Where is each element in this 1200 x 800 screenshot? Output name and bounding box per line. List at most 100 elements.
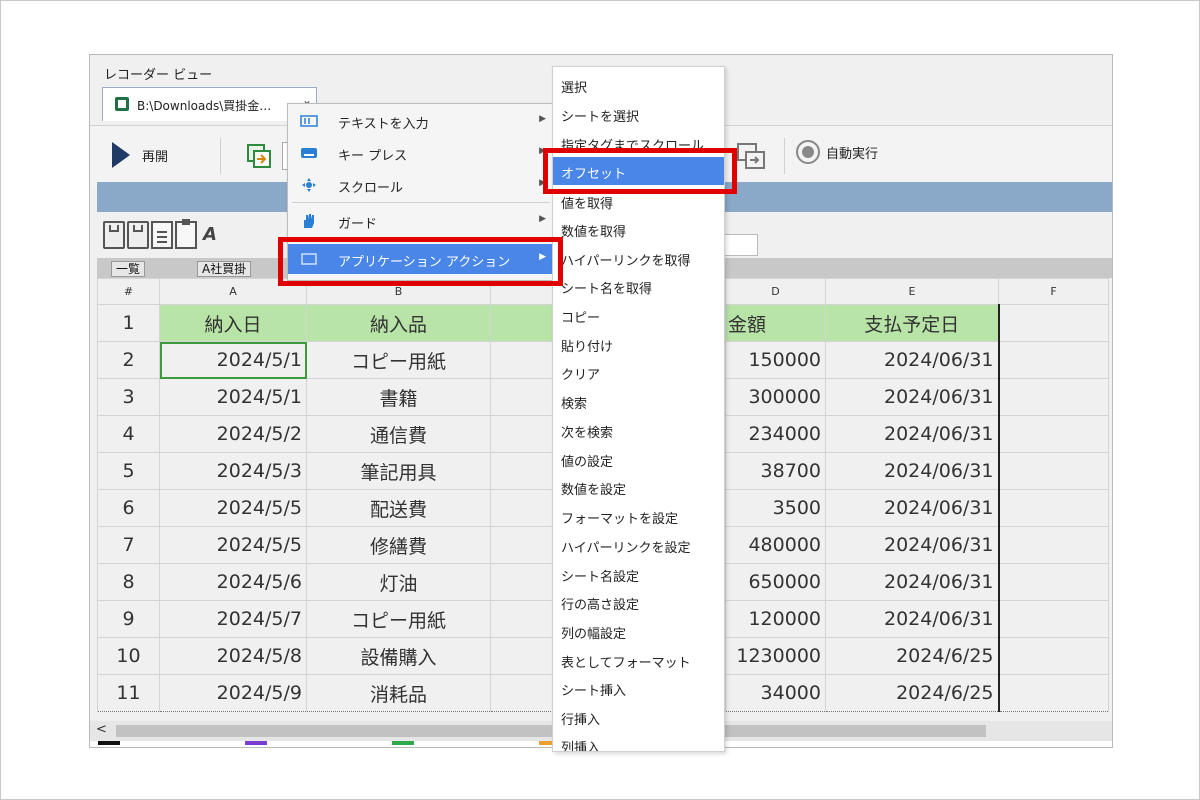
cell[interactable] xyxy=(998,378,1109,416)
column-header[interactable]: # xyxy=(97,278,160,305)
cell-amount[interactable]: 150000 xyxy=(725,341,826,379)
save-icon[interactable] xyxy=(103,221,125,249)
cell-date[interactable]: 2024/5/6 xyxy=(159,563,307,601)
menu-item-key-press[interactable]: キー プレス ▶ xyxy=(288,138,554,168)
cell-item[interactable]: 修繕費 xyxy=(306,526,491,564)
cell-item[interactable]: 灯油 xyxy=(306,563,491,601)
cell-date[interactable]: 2024/5/5 xyxy=(159,526,307,564)
cell-amount[interactable]: 3500 xyxy=(725,489,826,527)
column-header[interactable]: D xyxy=(725,278,826,305)
cell[interactable] xyxy=(998,489,1109,527)
submenu-item[interactable]: シートを選択 xyxy=(553,100,724,128)
cell[interactable] xyxy=(998,304,1109,342)
cell-due-date[interactable]: 2024/06/31 xyxy=(825,378,1000,416)
cell-amount[interactable]: 120000 xyxy=(725,600,826,638)
column-header[interactable]: F xyxy=(998,278,1109,305)
record-step-icon[interactable] xyxy=(246,143,272,169)
cell-date[interactable]: 2024/5/7 xyxy=(159,600,307,638)
cell[interactable] xyxy=(998,600,1109,638)
cell[interactable] xyxy=(998,341,1109,379)
menu-item-scroll[interactable]: スクロール ▶ xyxy=(288,170,554,200)
row-number[interactable]: 11 xyxy=(97,674,160,712)
cell-date[interactable]: 2024/5/2 xyxy=(159,415,307,453)
document-tab[interactable]: B:\Downloads\買掛金… xyxy=(102,87,317,121)
cell-amount[interactable]: 38700 xyxy=(725,452,826,490)
cell[interactable] xyxy=(998,674,1109,712)
submenu-item[interactable]: シート挿入 xyxy=(553,674,724,702)
cell-item[interactable]: 設備購入 xyxy=(306,637,491,675)
submenu-item[interactable]: ハイパーリンクを設定 xyxy=(553,531,724,559)
paste-icon[interactable] xyxy=(175,219,197,249)
row-number[interactable]: 1 xyxy=(97,304,160,342)
submenu-item[interactable]: 数値を取得 xyxy=(553,215,724,243)
submenu-item[interactable]: シート名設定 xyxy=(553,560,724,588)
menu-item-text-input[interactable]: テキストを入力 ▶ xyxy=(288,106,554,136)
cell-amount[interactable]: 650000 xyxy=(725,563,826,601)
scrollbar-thumb[interactable] xyxy=(116,725,986,737)
cell-amount[interactable]: 1230000 xyxy=(725,637,826,675)
cell-due-date[interactable]: 2024/06/31 xyxy=(825,600,1000,638)
save-as-icon[interactable] xyxy=(127,221,149,249)
cell-item[interactable]: コピー用紙 xyxy=(306,341,491,379)
row-number[interactable]: 8 xyxy=(97,563,160,601)
submenu-item[interactable]: 行挿入 xyxy=(553,703,724,731)
resume-button[interactable]: 再開 xyxy=(112,142,168,168)
cell-header-date[interactable]: 納入日 xyxy=(159,304,307,342)
column-header[interactable]: E xyxy=(825,278,999,305)
row-number[interactable]: 10 xyxy=(97,637,160,675)
cell-date[interactable]: 2024/5/9 xyxy=(159,674,307,712)
submenu-item[interactable]: 表としてフォーマット xyxy=(553,646,724,674)
submenu-item[interactable]: 数値を設定 xyxy=(553,473,724,501)
cell-date[interactable]: 2024/5/8 xyxy=(159,637,307,675)
cell-date[interactable]: 2024/5/3 xyxy=(159,452,307,490)
cell[interactable] xyxy=(998,452,1109,490)
row-number[interactable]: 9 xyxy=(97,600,160,638)
font-icon[interactable]: A xyxy=(199,221,221,249)
cell-header-due-date[interactable]: 支払予定日 xyxy=(825,304,1000,342)
row-number[interactable]: 3 xyxy=(97,378,160,416)
cell[interactable] xyxy=(998,637,1109,675)
cell-item[interactable]: コピー用紙 xyxy=(306,600,491,638)
cell-due-date[interactable]: 2024/6/25 xyxy=(825,674,1000,712)
cell-item[interactable]: 書籍 xyxy=(306,378,491,416)
submenu-item[interactable]: 列の幅設定 xyxy=(553,617,724,645)
menu-item-guard[interactable]: ガード ▶ xyxy=(288,206,554,236)
submenu-item[interactable]: コピー xyxy=(553,301,724,329)
submenu-item[interactable]: 検索 xyxy=(553,387,724,415)
cell-due-date[interactable]: 2024/06/31 xyxy=(825,341,1000,379)
submenu-item[interactable]: 貼り付け xyxy=(553,330,724,358)
submenu-item[interactable]: クリア xyxy=(553,358,724,386)
cell-item[interactable]: 通信費 xyxy=(306,415,491,453)
cell-amount[interactable]: 34000 xyxy=(725,674,826,712)
cell[interactable] xyxy=(998,415,1109,453)
cell[interactable] xyxy=(998,526,1109,564)
capture-icon[interactable] xyxy=(736,142,766,170)
cell-date-selected[interactable]: 2024/5/1 xyxy=(159,341,307,379)
sheet-tab-list[interactable]: 一覧 xyxy=(111,261,146,277)
submenu-item[interactable]: 列挿入 xyxy=(553,731,724,751)
submenu-item[interactable]: 行の高さ設定 xyxy=(553,588,724,616)
cell-header-amount[interactable]: 金額 xyxy=(725,304,826,342)
row-number[interactable]: 5 xyxy=(97,452,160,490)
submenu-item[interactable]: フォーマットを設定 xyxy=(553,502,724,530)
cell-due-date[interactable]: 2024/06/31 xyxy=(825,526,1000,564)
submenu-item[interactable]: 次を検索 xyxy=(553,416,724,444)
cell-header-item[interactable]: 納入品 xyxy=(306,304,491,342)
submenu-item[interactable]: 選択 xyxy=(553,71,724,99)
auto-run-button[interactable]: 自動実行 xyxy=(796,140,878,164)
cell-due-date[interactable]: 2024/06/31 xyxy=(825,563,1000,601)
cell[interactable] xyxy=(998,563,1109,601)
row-number[interactable]: 7 xyxy=(97,526,160,564)
sheet-tab-company-a[interactable]: A社買掛 xyxy=(197,261,252,277)
cell-due-date[interactable]: 2024/6/25 xyxy=(825,637,1000,675)
cell-amount[interactable]: 480000 xyxy=(725,526,826,564)
cell-item[interactable]: 消耗品 xyxy=(306,674,491,712)
submenu-item[interactable]: シート名を取得 xyxy=(553,272,724,300)
cell-item[interactable]: 筆記用具 xyxy=(306,452,491,490)
scroll-left-arrow[interactable]: < xyxy=(96,722,107,737)
cell-amount[interactable]: 234000 xyxy=(725,415,826,453)
submenu-item[interactable]: 値の設定 xyxy=(553,445,724,473)
row-number[interactable]: 4 xyxy=(97,415,160,453)
copy-document-icon[interactable] xyxy=(151,221,173,249)
submenu-item[interactable]: ハイパーリンクを取得 xyxy=(553,244,724,272)
